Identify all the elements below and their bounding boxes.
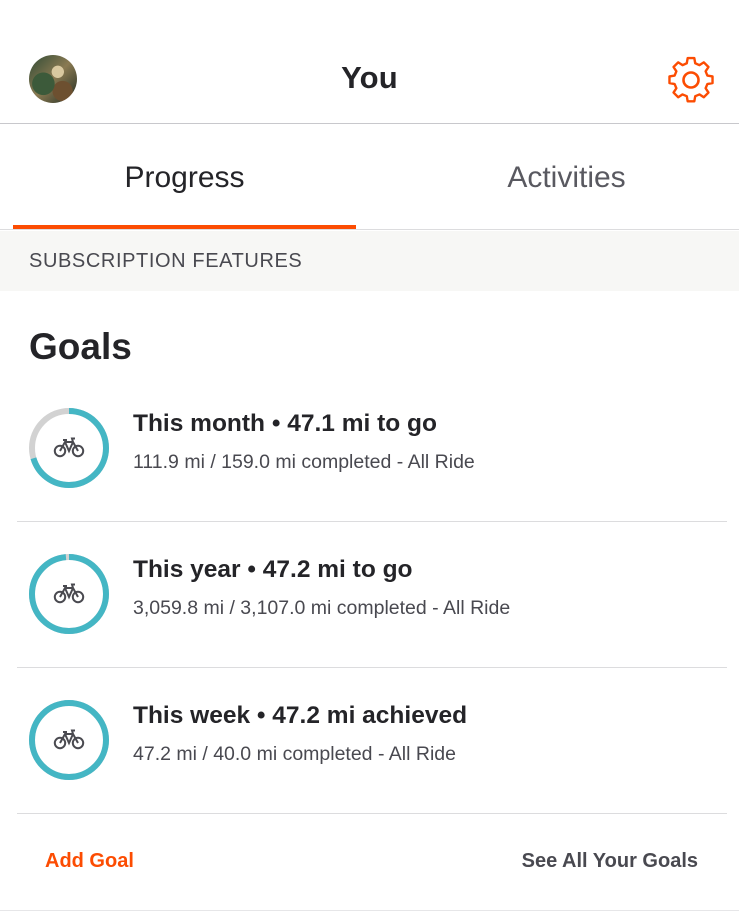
active-tab-indicator <box>13 225 356 229</box>
goal-row-week[interactable]: This week • 47.2 mi achieved 47.2 mi / 4… <box>17 668 727 814</box>
goal-row-month[interactable]: This month • 47.1 mi to go 111.9 mi / 15… <box>17 376 727 522</box>
subscription-features-banner[interactable]: SUBSCRIPTION FEATURES <box>0 231 739 291</box>
goal-detail: 3,059.8 mi / 3,107.0 mi completed - All … <box>133 597 511 619</box>
settings-button[interactable] <box>665 54 717 106</box>
add-goal-button[interactable]: Add Goal <box>45 850 134 873</box>
divider <box>0 910 739 911</box>
bicycle-icon <box>53 729 85 750</box>
tab-progress[interactable]: Progress <box>13 125 356 230</box>
goal-progress-ring <box>29 700 109 780</box>
see-all-goals-link[interactable]: See All Your Goals <box>522 850 698 873</box>
goal-detail: 111.9 mi / 159.0 mi completed - All Ride <box>133 451 475 473</box>
goal-heading: This month • 47.1 mi to go <box>133 410 437 437</box>
goal-row-year[interactable]: This year • 47.2 mi to go 3,059.8 mi / 3… <box>17 522 727 668</box>
tab-bar: Progress Activities <box>0 125 739 230</box>
bicycle-icon <box>53 583 85 604</box>
goal-detail: 47.2 mi / 40.0 mi completed - All Ride <box>133 743 456 765</box>
goals-heading: Goals <box>29 326 132 367</box>
goal-heading: This year • 47.2 mi to go <box>133 556 413 583</box>
gear-icon <box>668 56 714 103</box>
tab-activities[interactable]: Activities <box>395 125 738 230</box>
top-bar: You <box>0 0 739 124</box>
goal-progress-ring <box>29 408 109 488</box>
page-title: You <box>341 60 398 95</box>
goal-heading: This week • 47.2 mi achieved <box>133 702 468 729</box>
goal-progress-ring <box>29 554 109 634</box>
bicycle-icon <box>53 437 85 458</box>
